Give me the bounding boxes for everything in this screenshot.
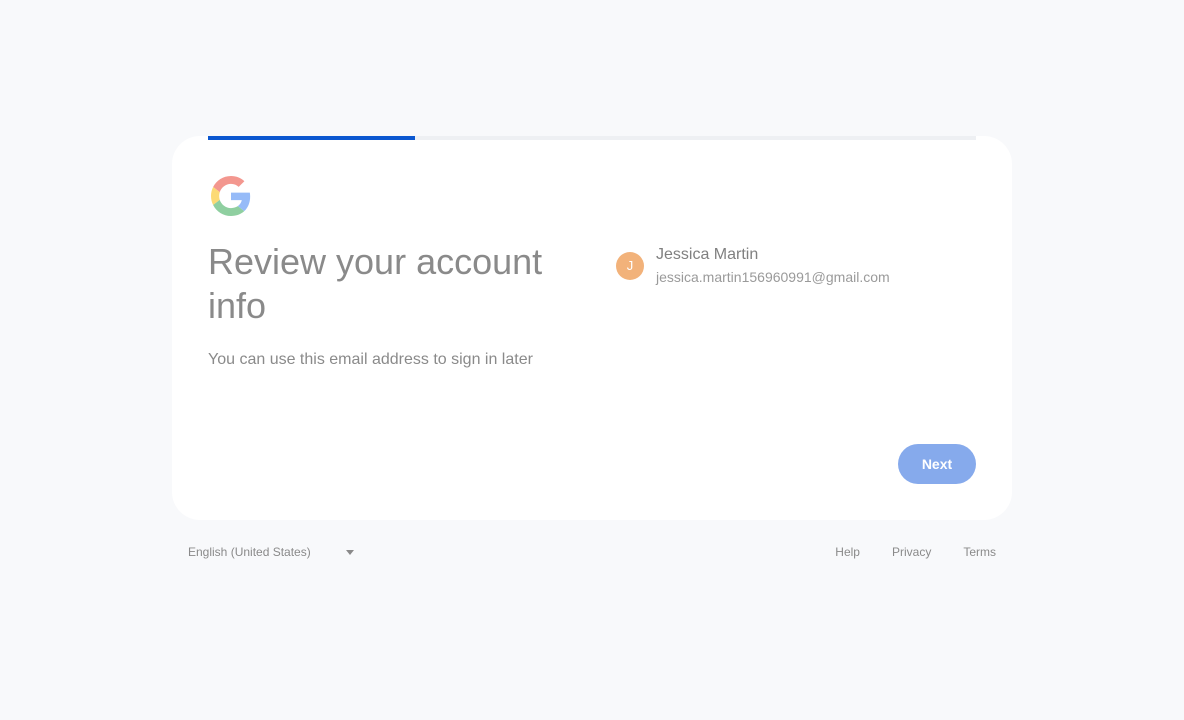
account-name: Jessica Martin [656,246,759,263]
language-select-label: English (United States) [188,545,311,559]
footer-links: Help Privacy Terms [803,542,996,562]
terms-link[interactable]: Terms [963,542,996,562]
signup-card [172,136,1012,520]
google-g-icon [211,176,251,216]
language-select[interactable]: English (United States) [188,542,358,562]
progress-bar [208,136,976,140]
account-email: jessica.martin156960991@gmail.com [656,269,890,285]
caret-down-icon [346,550,354,555]
progress-bar-fill [208,136,416,140]
footer: English (United States) Help Privacy Ter… [188,542,996,562]
next-button[interactable]: Next [898,444,976,484]
page-title: Review your account info [208,241,543,326]
avatar: J [616,252,644,280]
help-link[interactable]: Help [835,542,860,562]
privacy-link[interactable]: Privacy [892,542,931,562]
account-summary: J Jessica Martin jessica.martin156960991… [616,244,890,287]
page-subtitle: You can use this email address to sign i… [208,351,533,368]
account-details: Jessica Martin jessica.martin156960991@g… [656,244,890,287]
